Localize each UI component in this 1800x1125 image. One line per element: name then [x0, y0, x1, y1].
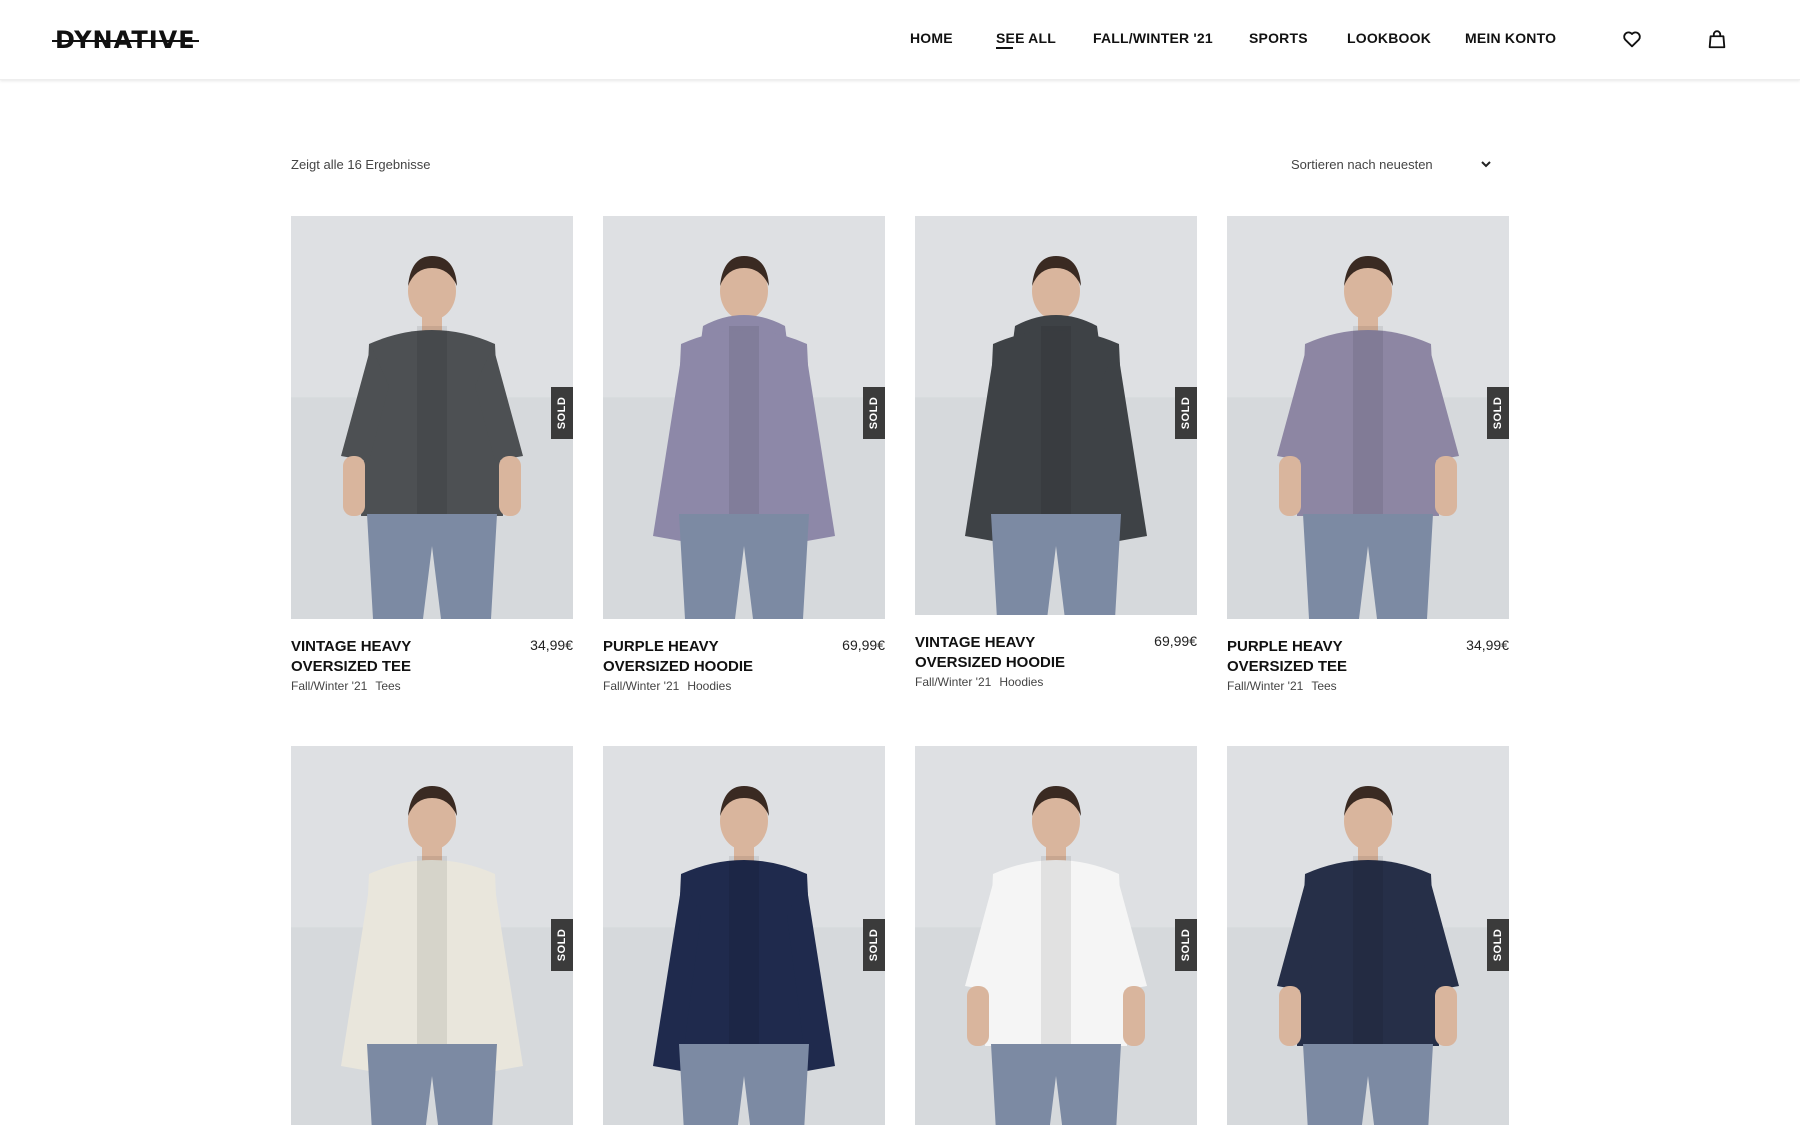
product-card[interactable]: SOLD PURPLE HEAVY OVERSIZED TEE 34,99€ F… [1227, 216, 1509, 693]
shopping-bag-icon[interactable] [1706, 28, 1728, 50]
collection-link[interactable]: Fall/Winter '21 [603, 679, 679, 693]
product-image[interactable]: SOLD [603, 746, 885, 1125]
product-photo [915, 216, 1197, 615]
product-card[interactable]: SOLD [291, 746, 573, 1125]
product-card[interactable]: SOLD [915, 746, 1197, 1125]
sold-badge: SOLD [863, 919, 885, 971]
sort-select[interactable]: Sortieren nach neuesten [1291, 151, 1501, 179]
collection-link[interactable]: Fall/Winter '21 [915, 675, 991, 689]
product-image[interactable]: SOLD [291, 216, 573, 619]
product-photo [603, 216, 885, 619]
product-photo [1227, 216, 1509, 619]
product-info: VINTAGE HEAVY OVERSIZED HOODIE 69,99€ Fa… [915, 633, 1197, 693]
nav-home[interactable]: HOME [910, 30, 953, 46]
nav-see-all[interactable]: SEE ALL [996, 30, 1056, 49]
sold-badge: SOLD [551, 387, 573, 439]
product-categories: Fall/Winter '21 Hoodies [603, 679, 731, 693]
product-image[interactable]: SOLD [1227, 216, 1509, 619]
product-price: 34,99€ [530, 637, 573, 653]
nav-fall-winter-21[interactable]: FALL/WINTER '21 [1093, 30, 1213, 46]
product-price: 69,99€ [842, 637, 885, 653]
product-card[interactable]: SOLD VINTAGE HEAVY OVERSIZED HOODIE 69,9… [915, 216, 1197, 689]
sort-label: Sortieren nach neuesten [1291, 157, 1433, 172]
product-card[interactable]: SOLD [1227, 746, 1509, 1125]
product-info: PURPLE HEAVY OVERSIZED HOODIE 69,99€ Fal… [603, 637, 885, 697]
sold-badge: SOLD [1487, 387, 1509, 439]
sold-badge: SOLD [1487, 919, 1509, 971]
brand-logo[interactable]: DYNATIVE [52, 26, 199, 54]
category-link[interactable]: Hoodies [687, 679, 731, 693]
product-info: VINTAGE HEAVY OVERSIZED TEE 34,99€ Fall/… [291, 637, 573, 697]
product-price: 69,99€ [1154, 633, 1197, 649]
nav-lookbook[interactable]: LOOKBOOK [1347, 30, 1431, 46]
results-count: Zeigt alle 16 Ergebnisse [291, 157, 431, 172]
product-image[interactable]: SOLD [291, 746, 573, 1125]
product-photo [603, 746, 885, 1125]
nav-sports[interactable]: SPORTS [1249, 30, 1308, 46]
product-name[interactable]: PURPLE HEAVY OVERSIZED HOODIE [603, 637, 803, 677]
product-price: 34,99€ [1466, 637, 1509, 653]
sold-badge: SOLD [1175, 387, 1197, 439]
product-categories: Fall/Winter '21 Tees [291, 679, 401, 693]
product-image[interactable]: SOLD [1227, 746, 1509, 1125]
site-header: DYNATIVE HOME SEE ALL FALL/WINTER '21 SP… [0, 0, 1800, 80]
logo-strike-line [52, 40, 199, 42]
category-link[interactable]: Tees [1311, 679, 1336, 693]
product-image[interactable]: SOLD [603, 216, 885, 619]
product-image[interactable]: SOLD [915, 746, 1197, 1125]
chevron-down-icon [1481, 161, 1491, 168]
heart-icon[interactable] [1621, 28, 1643, 50]
product-name[interactable]: VINTAGE HEAVY OVERSIZED TEE [291, 637, 491, 677]
product-photo [915, 746, 1197, 1125]
product-categories: Fall/Winter '21 Tees [1227, 679, 1337, 693]
category-link[interactable]: Hoodies [999, 675, 1043, 689]
product-categories: Fall/Winter '21 Hoodies [915, 675, 1043, 689]
product-photo [1227, 746, 1509, 1125]
product-name[interactable]: VINTAGE HEAVY OVERSIZED HOODIE [915, 633, 1115, 673]
sold-badge: SOLD [1175, 919, 1197, 971]
sold-badge: SOLD [551, 919, 573, 971]
collection-link[interactable]: Fall/Winter '21 [291, 679, 367, 693]
product-photo [291, 216, 573, 619]
product-photo [291, 746, 573, 1125]
nav-mein-konto[interactable]: MEIN KONTO [1465, 30, 1556, 46]
category-link[interactable]: Tees [375, 679, 400, 693]
product-image[interactable]: SOLD [915, 216, 1197, 615]
product-name[interactable]: PURPLE HEAVY OVERSIZED TEE [1227, 637, 1427, 677]
product-card[interactable]: SOLD [603, 746, 885, 1125]
sold-badge: SOLD [863, 387, 885, 439]
product-info: PURPLE HEAVY OVERSIZED TEE 34,99€ Fall/W… [1227, 637, 1509, 697]
product-card[interactable]: SOLD VINTAGE HEAVY OVERSIZED TEE 34,99€ … [291, 216, 573, 693]
collection-link[interactable]: Fall/Winter '21 [1227, 679, 1303, 693]
product-card[interactable]: SOLD PURPLE HEAVY OVERSIZED HOODIE 69,99… [603, 216, 885, 693]
